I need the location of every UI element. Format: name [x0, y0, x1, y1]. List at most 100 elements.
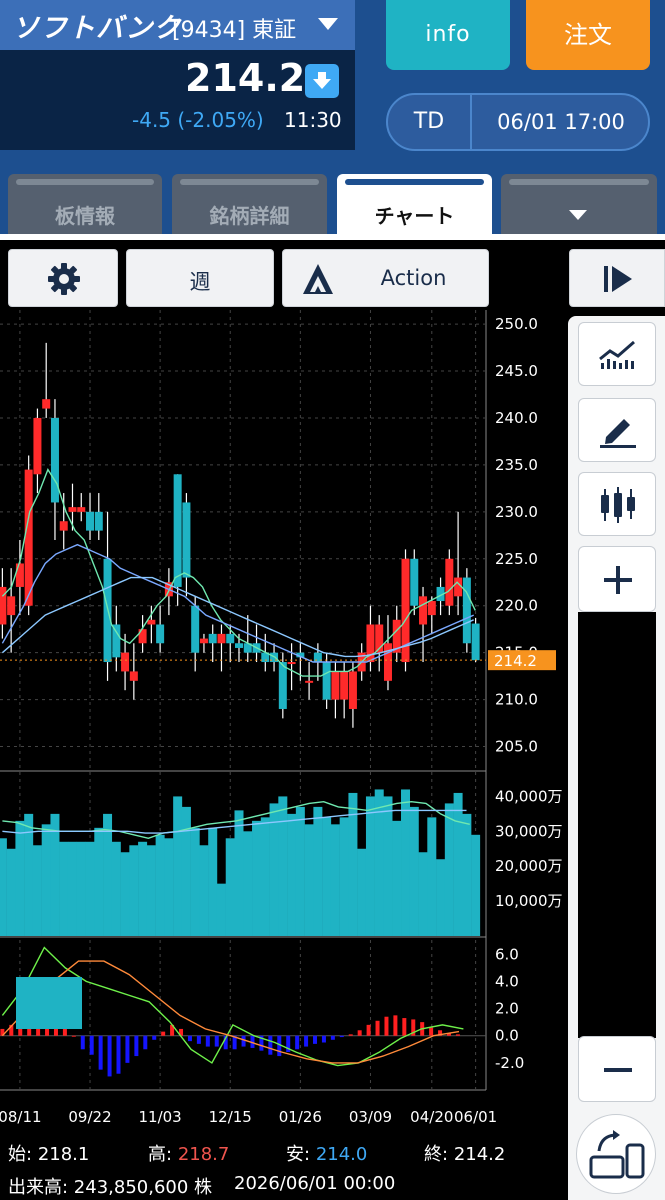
- candle-body: [226, 633, 235, 644]
- zoom-in-icon: [604, 566, 632, 594]
- candle-body: [182, 502, 191, 578]
- volume-bar: [269, 803, 279, 936]
- panel-toggle-button[interactable]: [569, 249, 665, 307]
- indicator-button[interactable]: [578, 322, 656, 386]
- candle-body: [15, 563, 24, 587]
- close-value: 214.2: [453, 1144, 506, 1165]
- volume-bar: [392, 820, 402, 936]
- indicator-chart-icon: [599, 340, 635, 369]
- price-pane: 205.0210.0215.0220.0225.0230.0235.0240.0…: [0, 315, 556, 756]
- tab-stock-details[interactable]: 銘柄詳細: [172, 174, 327, 234]
- candle-body: [199, 638, 208, 644]
- volume-bar: [155, 834, 165, 936]
- candle-body: [156, 624, 165, 644]
- play-panel-icon: [604, 266, 632, 292]
- macd-histogram-bar: [187, 1035, 192, 1042]
- price-down-arrow-icon: [305, 64, 339, 98]
- zoom-out-icon: [604, 1068, 632, 1072]
- macd-histogram-bar: [125, 1035, 130, 1063]
- macd-histogram-bar: [62, 1028, 67, 1036]
- header: ソフトバンク [9434] 東証 214.2 -4.5 (-2.05%) 11:…: [0, 0, 665, 168]
- volume-tick-label: 30,000万: [495, 822, 563, 840]
- dropdown-icon[interactable]: [318, 18, 338, 30]
- candle-body: [287, 662, 296, 665]
- volume-bar: [6, 848, 16, 936]
- tab-chart[interactable]: チャート: [337, 174, 492, 234]
- close-label: 終:: [424, 1144, 449, 1165]
- volume-tick-label: 40,000万: [495, 787, 563, 805]
- trading-date-selector[interactable]: TD 06/01 17:00: [386, 93, 650, 151]
- candle-body: [121, 652, 130, 672]
- footer-datetime: 2026/06/01 00:00: [234, 1173, 396, 1194]
- x-tick-label: 11/03: [139, 1108, 182, 1126]
- zoom-out-button[interactable]: [578, 1036, 656, 1102]
- stock-code: [9434] 東証: [172, 18, 297, 43]
- candle-body: [419, 596, 428, 625]
- chart-side-panel: [568, 316, 665, 1200]
- period-button[interactable]: 週: [126, 249, 274, 307]
- stock-selector[interactable]: ソフトバンク [9434] 東証: [0, 0, 355, 50]
- rotate-button[interactable]: [576, 1114, 656, 1194]
- volume-bar: [225, 838, 235, 936]
- macd-histogram-bar: [116, 1035, 121, 1074]
- zoom-in-button[interactable]: [578, 546, 656, 612]
- volume-bar: [50, 813, 60, 936]
- volume-bar: [67, 841, 77, 936]
- volume-bar: [0, 838, 7, 936]
- candle-body: [147, 619, 156, 625]
- candle-body: [208, 633, 217, 644]
- volume-bar: [94, 827, 104, 936]
- macd-histogram-bar: [98, 1035, 103, 1070]
- volume-bar: [287, 813, 297, 936]
- volume-bar: [146, 845, 156, 936]
- candle-body: [173, 474, 182, 587]
- volume-bar: [129, 845, 139, 936]
- tab-order-book[interactable]: 板情報: [8, 174, 162, 234]
- volume-bar: [252, 820, 262, 936]
- zoom-slider-thumb[interactable]: [16, 977, 82, 1029]
- open-value: 218.1: [37, 1144, 90, 1165]
- volume-bar: [444, 803, 454, 936]
- macd-histogram-bar: [71, 1035, 76, 1037]
- price-tick-label: 250.0: [495, 315, 538, 333]
- price-change: -4.5 (-2.05%): [132, 108, 264, 132]
- volume-total: 出来高: 243,850,600 株: [8, 1177, 213, 1198]
- drawing-button[interactable]: [578, 398, 656, 462]
- close-price: 終: 214.2: [424, 1140, 505, 1166]
- x-tick-label: 01/26: [279, 1108, 322, 1126]
- macd-histogram-bar: [402, 1018, 407, 1036]
- volume-bar: [260, 817, 270, 936]
- tab-indicator: [16, 179, 154, 185]
- macd-histogram-bar: [313, 1035, 318, 1044]
- stock-chart[interactable]: 205.0210.0215.0220.0225.0230.0235.0240.0…: [0, 310, 568, 1132]
- volume-bar: [59, 841, 69, 936]
- settings-button[interactable]: [8, 249, 118, 307]
- tab-more[interactable]: [501, 174, 657, 234]
- candle-body: [427, 601, 436, 616]
- open-price: 始: 218.1: [8, 1140, 89, 1166]
- tab-underline: [0, 234, 665, 240]
- volume-bar: [208, 827, 218, 936]
- macd-histogram-bar: [366, 1024, 371, 1036]
- macd-tick-label: -2.0: [495, 1054, 524, 1072]
- x-tick-label: 09/22: [68, 1108, 111, 1126]
- volume-tick-label: 10,000万: [495, 892, 563, 910]
- zoom-slider[interactable]: [578, 612, 656, 1038]
- volume-bar: [278, 796, 288, 936]
- volume-bar: [436, 859, 446, 936]
- macd-histogram-bar: [330, 1035, 335, 1040]
- candle-body: [322, 662, 331, 700]
- volume-bar: [199, 845, 209, 936]
- chart-type-button[interactable]: [578, 472, 656, 536]
- tab-bar: 板情報 銘柄詳細 チャート: [0, 168, 665, 234]
- rotate-screen-icon: [589, 1130, 645, 1179]
- volume-bar: [173, 796, 183, 936]
- order-button[interactable]: 注文: [526, 0, 650, 70]
- candle-body: [410, 558, 419, 606]
- macd-histogram-bar: [429, 1027, 434, 1036]
- candle-body: [77, 507, 86, 512]
- action-button[interactable]: Action: [282, 249, 489, 307]
- price-tick-label: 205.0: [495, 738, 538, 756]
- macd-histogram-bar: [152, 1035, 157, 1040]
- info-button[interactable]: info: [386, 0, 510, 70]
